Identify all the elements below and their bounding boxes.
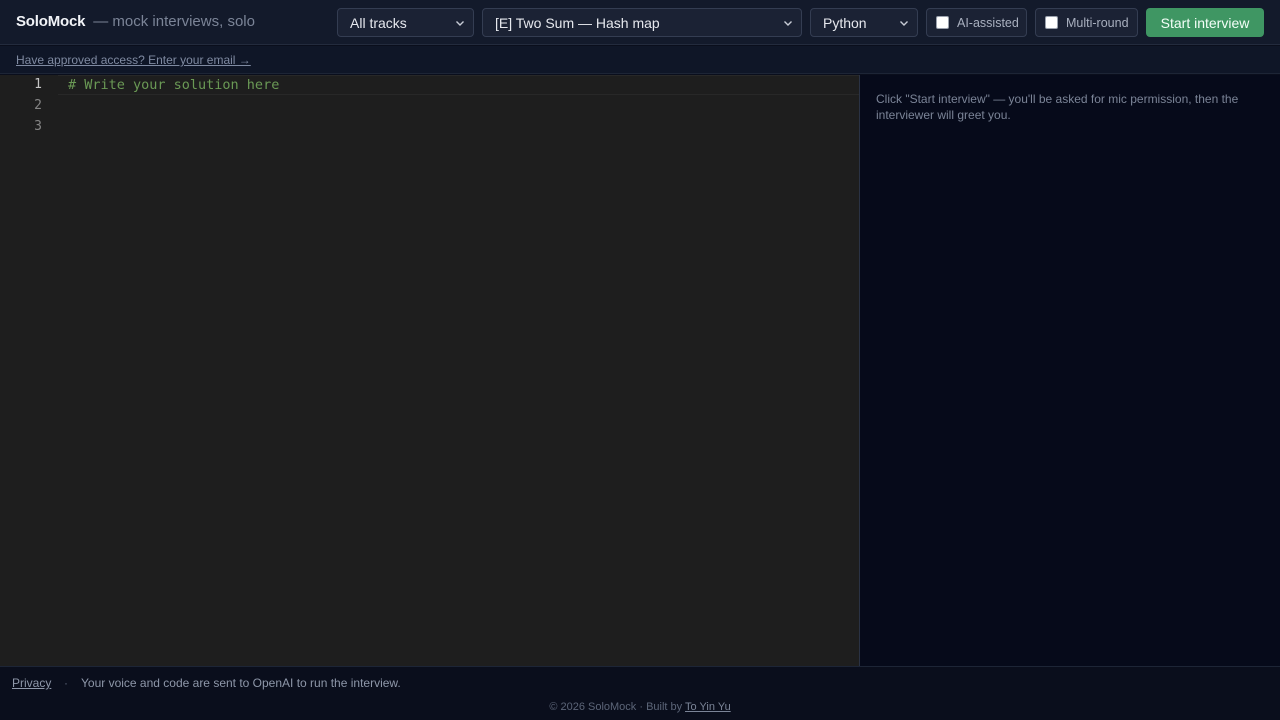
top-toolbar: SoloMock — mock interviews, solo All tra… — [0, 0, 1280, 45]
interviewer-panel: Click "Start interview" — you'll be aske… — [859, 75, 1280, 666]
access-bar: Have approved access? Enter your email → — [0, 46, 1280, 74]
copyright-text: © 2026 SoloMock · Built by — [549, 701, 686, 713]
chevron-down-icon — [900, 21, 908, 26]
brand: SoloMock — mock interviews, solo — [16, 13, 255, 30]
track-select-value: All tracks — [350, 14, 407, 31]
author-link[interactable]: To Yin Yu — [685, 701, 731, 713]
footer-separator: · — [64, 676, 68, 690]
chevron-down-icon — [784, 21, 792, 26]
chevron-down-icon — [456, 21, 464, 26]
multi-round-label: Multi-round — [1066, 15, 1129, 30]
code-editor[interactable]: 1 2 3 # Write your solution here — [0, 75, 859, 666]
brand-name: SoloMock — [16, 13, 86, 30]
footer: Privacy · Your voice and code are sent t… — [0, 666, 1280, 720]
code-line[interactable]: # Write your solution here — [68, 77, 279, 93]
problem-select-value: [E] Two Sum — Hash map — [495, 14, 660, 31]
track-select[interactable]: All tracks — [337, 8, 474, 37]
brand-tagline: — mock interviews, solo — [93, 13, 255, 30]
line-number: 1 — [34, 77, 42, 92]
start-hint: Click "Start interview" — you'll be aske… — [876, 92, 1239, 122]
copyright: © 2026 SoloMock · Built by To Yin Yu — [0, 701, 1280, 713]
ai-assisted-checkbox[interactable] — [936, 16, 949, 29]
line-number: 3 — [34, 119, 42, 134]
problem-select[interactable]: [E] Two Sum — Hash map — [482, 8, 802, 37]
ai-assisted-toggle[interactable]: AI-assisted — [926, 8, 1027, 37]
multi-round-toggle[interactable]: Multi-round — [1035, 8, 1138, 37]
language-select[interactable]: Python — [810, 8, 918, 37]
privacy-link[interactable]: Privacy — [12, 676, 51, 690]
language-select-value: Python — [823, 14, 867, 31]
multi-round-checkbox[interactable] — [1045, 16, 1058, 29]
privacy-disclaimer: Your voice and code are sent to OpenAI t… — [81, 676, 401, 690]
line-number: 2 — [34, 98, 42, 113]
ai-assisted-label: AI-assisted — [957, 15, 1019, 30]
start-interview-button[interactable]: Start interview — [1146, 8, 1264, 37]
access-email-link[interactable]: Have approved access? Enter your email → — [16, 53, 251, 67]
